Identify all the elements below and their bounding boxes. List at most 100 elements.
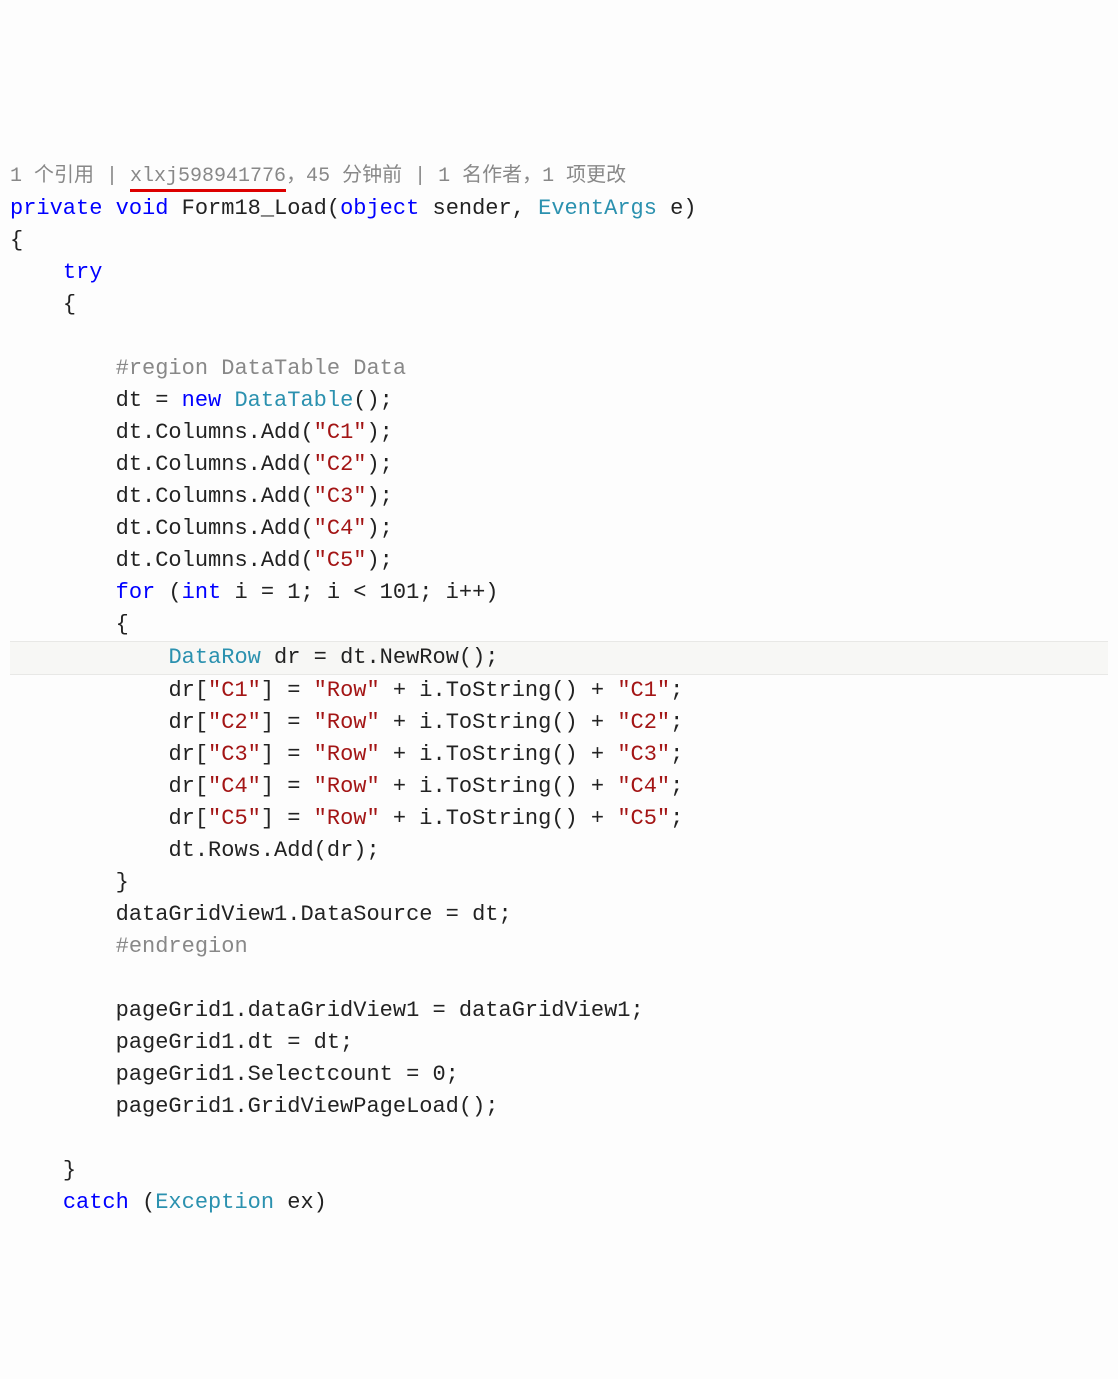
code-line[interactable]: dt.Columns.Add("C4"); (10, 516, 393, 541)
string-literal: "C1" (208, 678, 261, 703)
code-line[interactable]: catch (Exception ex) (10, 1190, 327, 1215)
string-literal: "Row" (314, 710, 380, 735)
codelens-bar[interactable]: 1 个引用 | xlxj598941776，45 分钟前 | 1 名作者，1 项… (10, 165, 626, 192)
code-line[interactable]: dt = new DataTable(); (10, 388, 393, 413)
code-line[interactable]: { (10, 292, 76, 317)
code-text: dt.Columns.Add( (116, 548, 314, 573)
string-literal: "C3" (617, 742, 670, 767)
code-text: dr[ (168, 774, 208, 799)
brace-open: { (116, 612, 129, 637)
keyword-for: for (116, 580, 156, 605)
codelens-when: ，45 分钟前 (286, 165, 402, 188)
code-line[interactable] (10, 1126, 23, 1151)
code-line[interactable]: dataGridView1.DataSource = dt; (10, 902, 512, 927)
codelens-references[interactable]: 1 个引用 (10, 165, 94, 188)
code-text: + i.ToString() + (380, 678, 618, 703)
code-line[interactable]: dr["C3"] = "Row" + i.ToString() + "C3"; (10, 742, 683, 767)
code-text: pageGrid1.Selectcount = 0; (116, 1062, 459, 1087)
code-line[interactable]: #region DataTable Data (10, 356, 406, 381)
param-sender: sender (433, 196, 512, 221)
code-text: dt.Columns.Add( (116, 420, 314, 445)
code-text: dr = dt.NewRow(); (261, 645, 499, 670)
code-line[interactable]: pageGrid1.dt = dt; (10, 1030, 353, 1055)
code-editor[interactable]: 1 个引用 | xlxj598941776，45 分钟前 | 1 名作者，1 项… (0, 128, 1118, 1219)
region-directive: #region DataTable Data (116, 356, 406, 381)
code-line-highlighted[interactable]: DataRow dr = dt.NewRow(); (10, 641, 1108, 675)
string-literal: "Row" (314, 742, 380, 767)
code-text: dr[ (168, 678, 208, 703)
code-text: dt.Columns.Add( (116, 516, 314, 541)
code-text: pageGrid1.GridViewPageLoad(); (116, 1094, 499, 1119)
code-text: dataGridView1.DataSource = dt; (116, 902, 512, 927)
code-text: ); (366, 484, 392, 509)
code-line[interactable]: dr["C5"] = "Row" + i.ToString() + "C5"; (10, 806, 683, 831)
codelens-sep: | (402, 165, 438, 188)
string-literal: "Row" (314, 806, 380, 831)
string-literal: "C3" (314, 484, 367, 509)
code-text: dt.Rows.Add(dr); (168, 838, 379, 863)
code-line[interactable]: } (10, 1158, 76, 1183)
type-datatable: DataTable (234, 388, 353, 413)
code-text: pageGrid1.dt = dt; (116, 1030, 354, 1055)
code-line[interactable] (10, 324, 23, 349)
string-literal: "C2" (208, 710, 261, 735)
code-text: dr[ (168, 806, 208, 831)
keyword-catch: catch (63, 1190, 129, 1215)
brace-close: } (116, 870, 129, 895)
string-literal: "C4" (617, 774, 670, 799)
code-line[interactable]: dt.Rows.Add(dr); (10, 838, 380, 863)
code-line[interactable] (10, 966, 23, 991)
keyword-object: object (340, 196, 419, 221)
string-literal: "C5" (208, 806, 261, 831)
code-line[interactable]: dt.Columns.Add("C3"); (10, 484, 393, 509)
keyword-void: void (116, 196, 169, 221)
code-text: ex) (274, 1190, 327, 1215)
brace-open: { (10, 228, 23, 253)
code-line[interactable]: #endregion (10, 934, 248, 959)
code-text: ); (366, 452, 392, 477)
code-text: + i.ToString() + (380, 742, 618, 767)
code-text: ( (155, 580, 181, 605)
code-line[interactable]: dr["C1"] = "Row" + i.ToString() + "C1"; (10, 678, 683, 703)
code-text: ] = (261, 710, 314, 735)
string-literal: "C5" (617, 806, 670, 831)
codelens-authors[interactable]: 1 名作者，1 项更改 (438, 165, 626, 188)
string-literal: "Row" (314, 678, 380, 703)
code-line[interactable]: { (10, 612, 129, 637)
method-name: Form18_Load (182, 196, 327, 221)
code-line[interactable]: dr["C4"] = "Row" + i.ToString() + "C4"; (10, 774, 683, 799)
code-line[interactable]: dr["C2"] = "Row" + i.ToString() + "C2"; (10, 710, 683, 735)
code-text: pageGrid1.dataGridView1 = dataGridView1; (116, 998, 644, 1023)
code-line[interactable]: private void Form18_Load(object sender, … (10, 196, 697, 221)
code-text: ] = (261, 742, 314, 767)
code-line[interactable]: dt.Columns.Add("C2"); (10, 452, 393, 477)
code-text: ; (670, 678, 683, 703)
code-text: + i.ToString() + (380, 774, 618, 799)
string-literal: "C4" (314, 516, 367, 541)
string-literal: "C2" (314, 452, 367, 477)
code-line[interactable]: dt.Columns.Add("C5"); (10, 548, 393, 573)
codelens-author[interactable]: xlxj598941776 (130, 165, 286, 192)
code-text: ); (366, 548, 392, 573)
code-text: dr[ (168, 710, 208, 735)
code-line[interactable]: pageGrid1.dataGridView1 = dataGridView1; (10, 998, 644, 1023)
keyword-try: try (63, 260, 103, 285)
code-text: ; (670, 710, 683, 735)
string-literal: "C5" (314, 548, 367, 573)
string-literal: "C2" (617, 710, 670, 735)
code-text: ); (366, 420, 392, 445)
code-text: ; (670, 742, 683, 767)
code-line[interactable]: for (int i = 1; i < 101; i++) (10, 580, 499, 605)
code-line[interactable]: try (10, 260, 102, 285)
code-line[interactable]: { (10, 228, 23, 253)
code-line[interactable]: pageGrid1.Selectcount = 0; (10, 1062, 459, 1087)
code-text: ); (366, 516, 392, 541)
code-line[interactable]: } (10, 870, 129, 895)
code-line[interactable]: dt.Columns.Add("C1"); (10, 420, 393, 445)
codelens-sep: | (94, 165, 130, 188)
string-literal: "C1" (617, 678, 670, 703)
type-eventargs: EventArgs (538, 196, 657, 221)
string-literal: "C1" (314, 420, 367, 445)
brace-close: } (63, 1158, 76, 1183)
code-line[interactable]: pageGrid1.GridViewPageLoad(); (10, 1094, 499, 1119)
